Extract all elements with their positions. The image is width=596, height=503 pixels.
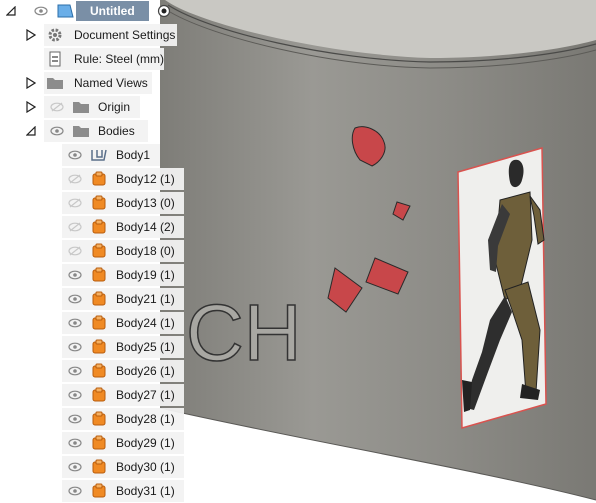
eye-icon[interactable]	[66, 362, 84, 380]
expand-caret-icon[interactable]	[24, 24, 38, 46]
body-item[interactable]: Body28 (1)	[62, 408, 184, 430]
solid-body-icon	[90, 386, 108, 404]
solid-body-icon	[90, 290, 108, 308]
body-item[interactable]: Body19 (1)	[62, 264, 184, 286]
solid-body-icon	[90, 482, 108, 500]
solid-body-icon	[90, 458, 108, 476]
solid-body-icon	[90, 338, 108, 356]
browser-root[interactable]: Untitled	[28, 0, 170, 22]
item-label: Origin	[98, 100, 131, 114]
eye-icon[interactable]	[66, 314, 84, 332]
folder-icon	[72, 122, 90, 140]
item-label: Body31 (1)	[116, 484, 175, 498]
item-label: Document Settings	[74, 28, 176, 42]
eye-hidden-icon[interactable]	[66, 242, 84, 260]
eye-hidden-icon[interactable]	[48, 98, 66, 116]
item-label: Body21 (1)	[116, 292, 175, 306]
item-label: Bodies	[98, 124, 135, 138]
eye-icon[interactable]	[66, 146, 84, 164]
body-item[interactable]: Body29 (1)	[62, 432, 184, 454]
body-item[interactable]: Body26 (1)	[62, 360, 184, 382]
solid-body-icon	[90, 242, 108, 260]
eye-icon[interactable]	[66, 458, 84, 476]
eye-icon[interactable]	[66, 338, 84, 356]
body-item[interactable]: Body21 (1)	[62, 288, 184, 310]
browser-item-document-settings[interactable]: Document Settings	[44, 24, 177, 46]
body-item[interactable]: Body31 (1)	[62, 480, 184, 502]
browser-item-rule[interactable]: Rule: Steel (mm)	[44, 48, 164, 70]
browser-item-named-views[interactable]: Named Views	[44, 72, 152, 94]
item-label: Body27 (1)	[116, 388, 175, 402]
body-item[interactable]: Body13 (0)	[62, 192, 184, 214]
body-item[interactable]: Body1	[62, 144, 160, 166]
eye-hidden-icon[interactable]	[66, 218, 84, 236]
runner-decal[interactable]	[457, 147, 547, 429]
body-item[interactable]: Body27 (1)	[62, 384, 184, 406]
eye-hidden-icon[interactable]	[66, 194, 84, 212]
body-item[interactable]: Body12 (1)	[62, 168, 184, 190]
solid-body-icon	[90, 314, 108, 332]
solid-body-icon	[90, 170, 108, 188]
radio-activate-icon[interactable]	[155, 2, 173, 20]
folder-icon	[46, 74, 64, 92]
body-item[interactable]: Body30 (1)	[62, 456, 184, 478]
item-label: Body29 (1)	[116, 436, 175, 450]
solid-body-icon	[90, 410, 108, 428]
surface-body-icon	[90, 146, 108, 164]
solid-body-icon	[90, 218, 108, 236]
eye-icon[interactable]	[48, 122, 66, 140]
item-label: Body28 (1)	[116, 412, 175, 426]
item-label: Body18 (0)	[116, 244, 175, 258]
item-label: Body25 (1)	[116, 340, 175, 354]
body-item[interactable]: Body14 (2)	[62, 216, 184, 238]
embossed-text: CH	[185, 287, 302, 378]
expand-caret-icon[interactable]	[24, 72, 38, 94]
root-label: Untitled	[76, 1, 149, 21]
solid-body-icon	[90, 266, 108, 284]
collapse-caret-icon[interactable]	[4, 0, 18, 22]
item-label: Body26 (1)	[116, 364, 175, 378]
solid-body-icon	[90, 434, 108, 452]
item-label: Rule: Steel (mm)	[74, 52, 165, 66]
item-label: Body14 (2)	[116, 220, 175, 234]
eye-hidden-icon[interactable]	[66, 170, 84, 188]
eye-icon[interactable]	[66, 386, 84, 404]
solid-body-icon	[90, 194, 108, 212]
eye-icon[interactable]	[66, 290, 84, 308]
eye-icon[interactable]	[66, 482, 84, 500]
item-label: Body30 (1)	[116, 460, 175, 474]
folder-icon	[72, 98, 90, 116]
item-label: Body13 (0)	[116, 196, 175, 210]
svg-text:CH: CH	[186, 288, 302, 377]
eye-icon[interactable]	[66, 266, 84, 284]
gear-icon	[46, 26, 64, 44]
rule-icon	[46, 50, 64, 68]
item-label: Body19 (1)	[116, 268, 175, 282]
eye-icon[interactable]	[32, 2, 50, 20]
eye-icon[interactable]	[66, 434, 84, 452]
eye-icon[interactable]	[66, 410, 84, 428]
body-item[interactable]: Body24 (1)	[62, 312, 184, 334]
expand-caret-icon[interactable]	[24, 96, 38, 118]
item-label: Body1	[116, 148, 151, 162]
collapse-caret-icon[interactable]	[24, 120, 38, 142]
item-label: Body24 (1)	[116, 316, 175, 330]
browser-item-origin[interactable]: Origin	[44, 96, 140, 118]
browser-item-bodies[interactable]: Bodies	[44, 120, 148, 142]
item-label: Body12 (1)	[116, 172, 175, 186]
item-label: Named Views	[74, 76, 148, 90]
solid-body-icon	[90, 362, 108, 380]
body-item[interactable]: Body18 (0)	[62, 240, 184, 262]
document-icon	[56, 2, 74, 20]
body-item[interactable]: Body25 (1)	[62, 336, 184, 358]
